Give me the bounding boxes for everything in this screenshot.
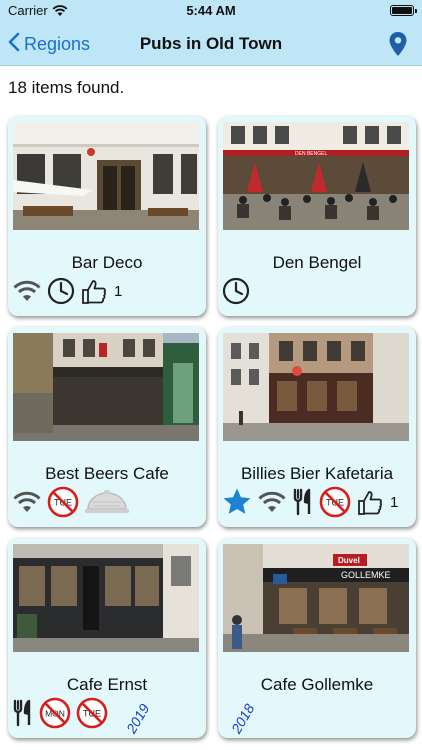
fork-knife-icon (12, 699, 34, 727)
wifi-icon (257, 489, 287, 515)
pub-name: Den Bengel (272, 253, 362, 272)
pub-card-bar-deco[interactable]: Bar Deco 1 (8, 116, 206, 316)
pub-photo (13, 333, 199, 441)
pub-card-best-beers-cafe[interactable]: Best Beers Cafe TUE (8, 327, 206, 527)
pub-photo: GOLLEMKE Duvel (223, 544, 409, 652)
feature-row: MON TUE (12, 696, 108, 730)
pub-card-den-bengel[interactable]: DEN BENGEL Den Bengel (218, 116, 416, 316)
pub-name: Cafe Ernst (66, 675, 148, 694)
clock-icon (222, 277, 250, 305)
status-bar: Carrier 5:44 AM (0, 0, 422, 22)
duvel-sign-text: Duvel (338, 556, 360, 565)
pub-photo (13, 122, 199, 230)
closed-tuesday-icon: TUE (47, 486, 79, 518)
pub-name: Bar Deco (71, 253, 143, 272)
pub-photo (223, 333, 409, 441)
navigation-bar: Regions Pubs in Old Town (0, 22, 422, 66)
feature-row: 1 (12, 274, 122, 308)
pub-name: Cafe Gollemke (260, 675, 374, 694)
thumbs-up-icon (80, 277, 108, 305)
location-pin-icon[interactable] (388, 31, 408, 57)
feature-row: TUE (12, 485, 130, 519)
gollemke-sign-text: GOLLEMKE (341, 570, 391, 580)
pub-card-cafe-gollemke[interactable]: GOLLEMKE Duvel Cafe Gollemke 2018 (218, 538, 416, 738)
pub-card-cafe-ernst[interactable]: Cafe Ernst MON TUE 2019 (8, 538, 206, 738)
like-count: 1 (114, 282, 123, 300)
cloche-icon (84, 487, 130, 517)
page-title: Pubs in Old Town (139, 34, 283, 53)
clock-icon (47, 277, 75, 305)
wifi-icon (12, 278, 42, 304)
feature-row: TUE 1 (222, 485, 398, 519)
pub-card-billies-bier-kafetaria[interactable]: Billies Bier Kafetaria TUE 1 (218, 327, 416, 527)
wifi-icon (12, 489, 42, 515)
pub-photo: DEN BENGEL (223, 122, 409, 230)
status-time: 5:44 AM (186, 3, 236, 18)
feature-row (222, 274, 250, 308)
items-found-count: 18 items found. (8, 78, 125, 97)
fork-knife-icon (292, 488, 314, 516)
like-count: 1 (390, 493, 399, 511)
thumbs-up-icon (356, 488, 384, 516)
star-icon (222, 487, 252, 517)
closed-tuesday-icon: TUE (76, 697, 108, 729)
pub-name: Best Beers Cafe (45, 464, 169, 483)
year-tag: 2019 (123, 701, 153, 736)
closed-tuesday-icon: TUE (319, 486, 351, 518)
closed-monday-icon: MON (39, 697, 71, 729)
battery-icon (390, 5, 417, 16)
pub-name: Billies Bier Kafetaria (240, 464, 394, 483)
year-tag: 2018 (228, 701, 258, 736)
pub-photo (13, 544, 199, 652)
